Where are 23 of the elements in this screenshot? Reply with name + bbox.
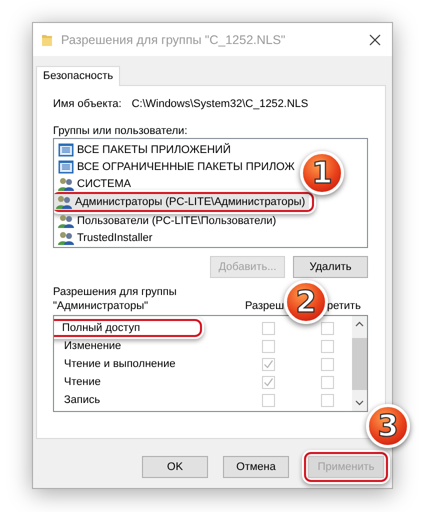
user-list-item[interactable]: ВСЕ ПАКЕТЫ ПРИЛОЖЕНИЙ — [54, 141, 231, 158]
permission-name: Изменение — [63, 340, 122, 352]
user-list-item[interactable]: Администраторы (PC-LITE\Администраторы) — [54, 194, 310, 210]
remove-button[interactable]: Удалить — [293, 256, 368, 278]
user-list-item[interactable]: СИСТЕМА — [54, 175, 131, 192]
user-list-item[interactable]: ВСЕ ОГРАНИЧЕННЫЕ ПАКЕТЫ ПРИЛОЖ — [54, 158, 295, 175]
permission-name: Полный доступ — [61, 322, 140, 334]
column-header: ретить — [327, 299, 361, 313]
cancel-button[interactable]: Отмена — [223, 456, 289, 478]
step-number-badge: 3 — [366, 404, 410, 448]
column-header: Разреш — [245, 299, 284, 313]
object-path: C:\Windows\System32\C_1252.NLS — [132, 98, 308, 110]
section-label: Разрешения для группы "Администраторы" — [53, 285, 178, 313]
field-label: Имя объекта: — [53, 98, 122, 110]
window-title: Разрешения для группы "C_1252.NLS" — [61, 32, 286, 46]
section-label: Группы или пользователи: — [53, 125, 188, 137]
permission-name: Запись — [63, 394, 100, 406]
ok-button[interactable]: OK — [142, 456, 208, 478]
user-list-item[interactable]: Пользователи (PC-LITE\Пользователи) — [54, 212, 276, 229]
tab[interactable]: Безопасность — [36, 66, 120, 86]
permission-name: Чтение и выполнение — [63, 358, 176, 370]
permission-name: Чтение — [63, 376, 101, 388]
user-list-item[interactable]: TrustedInstaller — [54, 229, 152, 246]
